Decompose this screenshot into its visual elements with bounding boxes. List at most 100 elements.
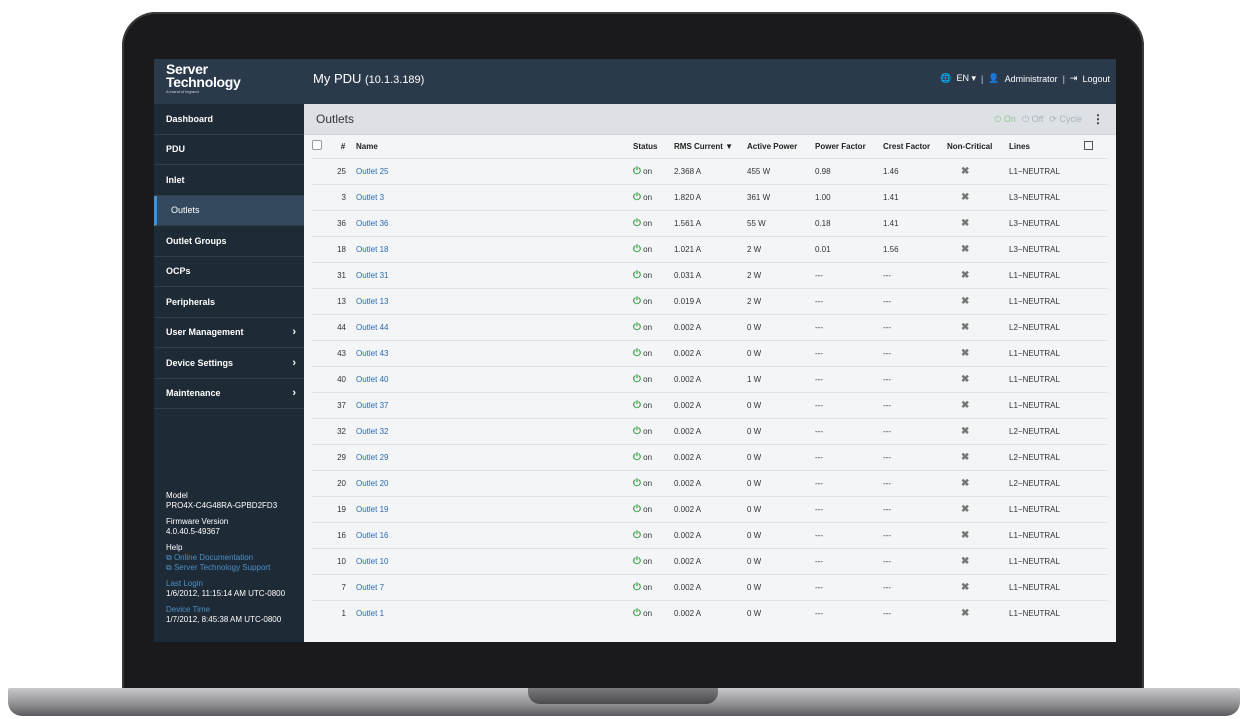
outlet-name-link[interactable]: Outlet 44 [356, 313, 633, 340]
sidebar-item-ocps[interactable]: OCPs [154, 257, 304, 287]
status-text: on [643, 582, 653, 592]
table-row[interactable]: 18 Outlet 18 ⏻ on 1.021 A2 W 0.01 1.56 ✖ L3−NEU… [312, 235, 1108, 262]
outlet-name-link[interactable]: Outlet 40 [356, 365, 633, 392]
column-header-number[interactable]: # [330, 135, 356, 158]
server-technology-logo: Server Technology A brand of legrand [166, 62, 241, 94]
outlet-name-link[interactable]: Outlet 20 [356, 469, 633, 496]
table-row[interactable]: 36 Outlet 36 ⏻ on 1.561 A 55 W 0.18 1.41 ✖ L3−NE… [312, 209, 1108, 236]
device-time-label: Device Time [166, 605, 211, 614]
model-value: PRO4X-C4G48RA-GPBD2FD3 [166, 501, 278, 510]
outlet-name-link[interactable]: Outlet 7 [356, 573, 633, 600]
user-icon: 👤 [988, 73, 1000, 83]
status-cell: ⏻ on [633, 443, 670, 470]
outlet-name-link[interactable]: Outlet 37 [356, 391, 633, 418]
outlet-name-link[interactable]: Outlet 13 [356, 287, 633, 314]
power-factor: --- [815, 365, 883, 392]
table-row[interactable]: 31 Outlet 31 ⏻ on 0.031 A2 W --- --- ✖ L1−NEUTR… [312, 261, 1108, 288]
crest-factor: --- [883, 573, 947, 600]
support-link[interactable]: ⧉ Server Technology Support [166, 563, 304, 573]
outlet-name-link[interactable]: Outlet 16 [356, 521, 633, 548]
table-row[interactable]: 40 Outlet 40 ⏻ on 0.002 A1 W --- --- ✖ L1−NEUTR… [312, 365, 1108, 392]
cycle-button[interactable]: ⟳ Cycle [1049, 114, 1082, 125]
sidebar-item-inlet[interactable]: Inlet [154, 165, 304, 196]
outlet-name-link[interactable]: Outlet 29 [356, 443, 633, 470]
table-row[interactable]: 37 Outlet 37 ⏻ on 0.002 A0 W --- --- ✖ L1−NEUTR… [312, 391, 1108, 418]
outlet-name-link[interactable]: Outlet 31 [356, 261, 633, 288]
sidebar-item-device-settings[interactable]: Device Settings › [154, 348, 304, 379]
non-critical-cell: ✖ [947, 599, 1009, 626]
table-row[interactable]: 43 Outlet 43 ⏻ on 0.002 A0 W --- --- ✖ L1−NEUTR… [312, 339, 1108, 366]
active-power: 0 W [747, 313, 815, 340]
column-chooser-icon[interactable] [1084, 140, 1093, 150]
crest-factor: --- [883, 521, 947, 548]
globe-icon[interactable]: 🌐 [940, 73, 951, 84]
outlet-number: 7 [330, 573, 356, 600]
outlet-name-link[interactable]: Outlet 10 [356, 547, 633, 574]
table-row[interactable]: 7 Outlet 7 ⏻ on 0.002 A0 W --- --- ✖ L1−NEUTRAL [312, 573, 1108, 600]
outlet-name-link[interactable]: Outlet 18 [356, 235, 633, 262]
status-cell: ⏻ on [633, 183, 670, 210]
outlet-name-link[interactable]: Outlet 32 [356, 417, 633, 444]
language-select[interactable]: EN ▾ [956, 73, 976, 84]
column-header-power-factor[interactable]: Power Factor [815, 135, 883, 158]
sidebar-item-outlets[interactable]: Outlets [154, 195, 304, 226]
status-text: on [643, 608, 653, 618]
sidebar-item-pdu[interactable]: PDU [154, 135, 304, 165]
column-header-name[interactable]: Name [356, 135, 633, 158]
sidebar-item-outlet-groups[interactable]: Outlet Groups [154, 226, 304, 257]
sidebar-item-maintenance[interactable]: Maintenance › [154, 379, 304, 409]
sidebar-item-dashboard[interactable]: Dashboard [154, 104, 304, 135]
sidebar-item-peripherals[interactable]: Peripherals [154, 287, 304, 318]
active-power: 1 W [747, 365, 815, 392]
outlet-name-link[interactable]: Outlet 1 [356, 599, 633, 626]
power-off-button[interactable]: ⏻ Off [1022, 114, 1043, 125]
table-row[interactable]: 1 Outlet 1 ⏻ on 0.002 A0 W --- --- ✖ L1−NEUTRAL [312, 599, 1108, 626]
status-cell: ⏻ on [633, 495, 670, 522]
power-factor: 0.18 [815, 209, 883, 236]
outlet-name-link[interactable]: Outlet 36 [356, 209, 633, 236]
power-icon: ⏻ [1021, 113, 1030, 124]
column-header-status[interactable]: Status [633, 135, 670, 158]
table-row[interactable]: 29 Outlet 29 ⏻ on 0.002 A0 W --- --- ✖ L2−NEUTR… [312, 443, 1108, 470]
page-title: Outlets [316, 112, 355, 126]
logout-link[interactable]: Logout [1082, 74, 1110, 84]
column-header-active-power[interactable]: Active Power [747, 135, 815, 158]
status-text: on [643, 348, 653, 358]
table-row[interactable]: 10 Outlet 10 ⏻ on 0.002 A0 W --- --- ✖ L1−NEUTR… [312, 547, 1108, 574]
column-header-lines[interactable]: Lines [1009, 135, 1084, 158]
active-power: 2 W [747, 235, 815, 262]
crest-factor: --- [883, 443, 947, 470]
sidebar-item-user-management[interactable]: User Management › [154, 318, 304, 348]
line: L1−NEUTRAL [1009, 339, 1084, 366]
status-text: on [643, 556, 653, 566]
table-row[interactable]: 16 Outlet 16 ⏻ on 0.002 A0 W --- --- ✖ L1−NEUTR… [312, 521, 1108, 548]
status-cell: ⏻ on [633, 157, 670, 184]
power-on-icon: ⏻ [633, 269, 641, 281]
outlet-name-link[interactable]: Outlet 3 [356, 183, 633, 210]
logout-icon: ⇥ [1069, 73, 1078, 83]
outlet-name-link[interactable]: Outlet 19 [356, 495, 633, 522]
select-all-checkbox[interactable] [312, 140, 322, 151]
crest-factor: --- [883, 339, 947, 366]
caret-down-icon: ▾ [971, 73, 976, 83]
table-row[interactable]: 25 Outlet 25 ⏻ on 2.368 A 455 W 0.98 1.46 ✖ L1−N… [312, 157, 1108, 184]
column-header-non-critical[interactable]: Non-Critical [947, 135, 1009, 158]
table-row[interactable]: 13 Outlet 13 ⏻ on 0.019 A2 W --- --- ✖ L1−NEUTR… [312, 287, 1108, 314]
more-options-icon[interactable]: ⋮ [1092, 112, 1104, 126]
rms-current: 0.002 A [670, 443, 747, 470]
device-time-block: Device Time 1/7/2012, 8:45:38 AM UTC-080… [166, 605, 304, 625]
table-row[interactable]: 44 Outlet 44 ⏻ on 0.002 A0 W --- --- ✖ L2−NEUTR… [312, 313, 1108, 340]
power-on-icon: ⏻ [633, 451, 641, 463]
table-row[interactable]: 20 Outlet 20 ⏻ on 0.002 A0 W --- --- ✖ L2−NEUTR… [312, 469, 1108, 496]
power-on-button[interactable]: ⏻ On [994, 114, 1016, 125]
crest-factor: --- [883, 417, 947, 444]
outlet-name-link[interactable]: Outlet 43 [356, 339, 633, 366]
online-documentation-link[interactable]: ⧉ Online Documentation [166, 553, 304, 563]
table-row[interactable]: 32 Outlet 32 ⏻ on 0.002 A0 W --- --- ✖ L2−NEUTR… [312, 417, 1108, 444]
column-header-crest-factor[interactable]: Crest Factor [883, 135, 947, 158]
table-row[interactable]: 19 Outlet 19 ⏻ on 0.002 A0 W --- --- ✖ L1−NEUTR… [312, 495, 1108, 522]
column-header-rms-current[interactable]: RMS Current ▼ [670, 135, 747, 158]
outlet-name-link[interactable]: Outlet 25 [356, 157, 633, 184]
user-menu[interactable]: Administrator [1005, 74, 1058, 84]
table-row[interactable]: 3 Outlet 3 ⏻ on 1.820 A 361 W 1.00 1.41 ✖ L3−NEU… [312, 183, 1108, 210]
